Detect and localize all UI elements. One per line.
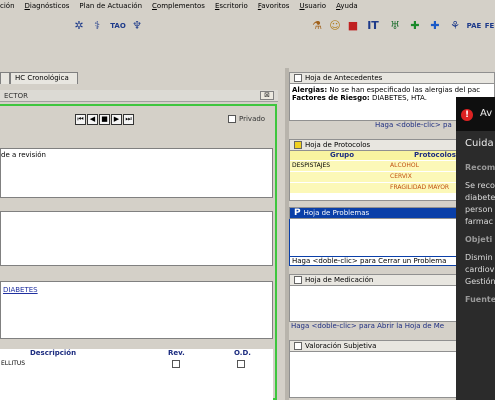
- left-panel-title: ECTOR ⊠: [0, 90, 278, 102]
- collapse-button[interactable]: [294, 276, 302, 284]
- tab-hc-cronologica[interactable]: HC Cronológica: [10, 72, 78, 84]
- tabs-row: HC Cronológica: [0, 68, 285, 84]
- needle-icon[interactable]: ⚘: [448, 19, 462, 33]
- last-record-button[interactable]: ⏭: [123, 114, 134, 125]
- it-icon[interactable]: IT: [366, 19, 380, 33]
- notes-box[interactable]: de a revisión: [0, 148, 273, 198]
- green-cross-icon[interactable]: ✚: [408, 19, 422, 33]
- antecedentes-header: Hoja de Antecedentes: [289, 72, 495, 84]
- od-checkbox[interactable]: [237, 360, 245, 368]
- collapse-button[interactable]: [294, 141, 302, 149]
- collapse-button[interactable]: [294, 342, 302, 350]
- lab-icon[interactable]: ⚗: [310, 19, 324, 33]
- diagnosis-box[interactable]: DIABETES: [0, 281, 273, 339]
- rev-checkbox[interactable]: [172, 360, 180, 368]
- patient-icon[interactable]: ☺: [328, 19, 342, 33]
- table-row[interactable]: ELLITUS: [0, 360, 270, 370]
- pae-icon[interactable]: PAE: [466, 19, 482, 33]
- text-area-2[interactable]: [0, 211, 273, 266]
- record-navigation: ⏮ ◀ ■ ▶ ⏭: [75, 114, 134, 125]
- network-icon[interactable]: ✲: [72, 19, 86, 33]
- menu-item-accion[interactable]: ción: [0, 2, 20, 10]
- toolbar: ✲ ⚕ TAO ♆ ⚗ ☺ ■ IT ♅ ✚ ✚ ⚘ PAE FE: [0, 12, 495, 40]
- blue-cross-icon[interactable]: ✚: [428, 19, 442, 33]
- menu-bar: ción Diagnósticos Plan de Actuación Comp…: [0, 0, 495, 12]
- next-record-button[interactable]: ▶: [111, 114, 122, 125]
- diabetes-link[interactable]: DIABETES: [3, 286, 38, 294]
- tao-icon[interactable]: TAO: [108, 19, 128, 33]
- left-panel: ECTOR ⊠ ⏮ ◀ ■ ▶ ⏭ Privado de a revisión …: [0, 84, 285, 400]
- collapse-button[interactable]: [294, 74, 302, 82]
- menu-item-ayuda[interactable]: Ayuda: [336, 2, 363, 10]
- menu-item-favoritos[interactable]: Favoritos: [258, 2, 295, 10]
- menu-item-complementos[interactable]: Complementos: [152, 2, 210, 10]
- diagnosis-grid: Descripción Rev. O.D. ELLITUS: [0, 349, 273, 400]
- syringe-icon[interactable]: ⚕: [90, 19, 104, 33]
- trophy-icon[interactable]: ♆: [130, 19, 144, 33]
- close-button[interactable]: ⊠: [260, 91, 274, 100]
- stop-icon[interactable]: ■: [346, 19, 360, 33]
- fe-icon[interactable]: FE: [484, 19, 495, 33]
- menu-item-usuario[interactable]: Usuario: [299, 2, 331, 10]
- menu-item-escritorio[interactable]: Escritorio: [215, 2, 253, 10]
- alert-popup[interactable]: ! Av Cuida Recom Se reco diabete person …: [456, 97, 495, 400]
- first-record-button[interactable]: ⏮: [75, 114, 86, 125]
- tab-previous[interactable]: [0, 72, 10, 84]
- warning-icon: !: [461, 109, 473, 121]
- privado-checkbox-group[interactable]: Privado: [228, 115, 265, 123]
- alert-header: ! Av: [456, 97, 495, 131]
- caduceus-icon[interactable]: ♅: [388, 19, 402, 33]
- grid-header: Descripción Rev. O.D.: [30, 349, 251, 357]
- editor-frame: ⏮ ◀ ■ ▶ ⏭ Privado de a revisión DIABETES…: [0, 104, 277, 400]
- prev-record-button[interactable]: ◀: [87, 114, 98, 125]
- menu-item-plan[interactable]: Plan de Actuación: [79, 2, 147, 10]
- stop-record-button[interactable]: ■: [99, 114, 110, 125]
- p-icon: P: [294, 208, 301, 218]
- menu-item-diagnosticos[interactable]: Diagnósticos: [25, 2, 75, 10]
- privado-checkbox[interactable]: [228, 115, 236, 123]
